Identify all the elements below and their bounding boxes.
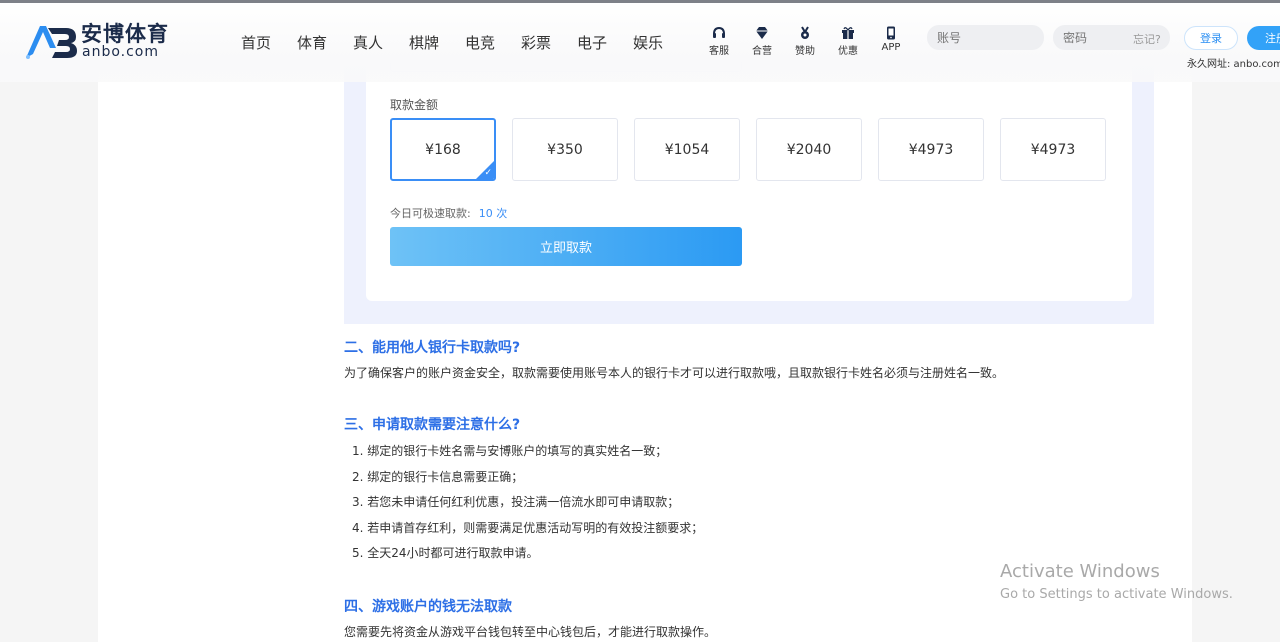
list-item: 1. 绑定的银行卡姓名需与安博账户的填写的真实姓名一致； [352, 444, 668, 458]
amount-value: ¥168 [425, 141, 461, 158]
forgot-password-link[interactable]: 忘记? [1133, 31, 1161, 47]
permanent-url: 永久网址: anbo.com [1187, 59, 1280, 70]
section-3-title: 三、申请取款需要注意什么? [344, 417, 521, 433]
amount-option-1054[interactable]: ¥1054 [634, 118, 740, 181]
quick-link-partner[interactable]: 合营 [745, 26, 779, 57]
nav-slots[interactable]: 电子 [577, 32, 607, 53]
anbo-logo-icon[interactable] [22, 22, 78, 60]
quick-link-service[interactable]: 客服 [702, 26, 736, 57]
nav-lottery[interactable]: 彩票 [521, 32, 551, 53]
quick-link-label: APP [881, 42, 901, 53]
amount-value: ¥4973 [1030, 141, 1076, 158]
check-icon: ✓ [484, 168, 492, 178]
account-input[interactable] [927, 25, 1044, 50]
amount-value: ¥2040 [786, 141, 832, 158]
amount-option-350[interactable]: ¥350 [512, 118, 618, 181]
phone-icon [887, 26, 895, 40]
list-item: 5. 全天24小时都可进行取款申请。 [352, 546, 539, 560]
quick-link-label: 客服 [709, 46, 729, 57]
gift-icon [842, 27, 854, 39]
amount-option-2040[interactable]: ¥2040 [756, 118, 862, 181]
quick-link-label: 赞助 [795, 46, 815, 57]
nav-esports[interactable]: 电竞 [465, 32, 495, 53]
nav-cards[interactable]: 棋牌 [409, 32, 439, 53]
amount-option-4973-b[interactable]: ¥4973 [1000, 118, 1106, 181]
section-4-text: 您需要先将资金从游戏平台钱包转至中心钱包后，才能进行取款操作。 [344, 625, 717, 639]
today-count: 10 次 [478, 207, 508, 220]
list-item: 2. 绑定的银行卡信息需要正确； [352, 470, 524, 484]
quick-link-promo[interactable]: 优惠 [831, 26, 865, 57]
top-border [0, 0, 1280, 3]
logo-text-en: anbo.com [82, 44, 160, 60]
quick-link-app[interactable]: APP [874, 26, 908, 53]
activation-watermark-text: Go to Settings to activate Windows. [1000, 587, 1233, 602]
nav-home[interactable]: 首页 [241, 32, 271, 53]
quick-link-label: 合营 [752, 46, 772, 57]
today-label: 今日可极速取款: [390, 207, 471, 220]
section-4-title: 四、游戏账户的钱无法取款 [344, 599, 512, 615]
amount-value: ¥350 [547, 141, 583, 158]
activation-watermark-title: Activate Windows [1000, 561, 1160, 582]
site-header: 安博体育 anbo.com 首页 体育 真人 棋牌 电竞 彩票 电子 娱乐 客服… [0, 0, 1280, 82]
headset-icon [713, 26, 725, 38]
login-button[interactable]: 登录 [1184, 26, 1238, 50]
amount-option-4973[interactable]: ¥4973 [878, 118, 984, 181]
today-quota: 今日可极速取款: 10 次 [390, 205, 507, 221]
quick-link-label: 优惠 [838, 46, 858, 57]
diamond-icon [756, 27, 768, 39]
quick-link-sponsor[interactable]: 赞助 [788, 26, 822, 57]
list-item: 3. 若您未申请任何红利优惠，投注满一倍流水即可申请取款； [352, 495, 680, 509]
nav-live-casino[interactable]: 真人 [353, 32, 383, 53]
amount-value: ¥4973 [908, 141, 954, 158]
amount-value: ¥1054 [664, 141, 710, 158]
medal-icon [801, 26, 809, 39]
register-button[interactable]: 注册 [1247, 26, 1280, 50]
nav-sports[interactable]: 体育 [297, 32, 327, 53]
section-2-title: 二、能用他人银行卡取款吗? [344, 340, 521, 356]
list-item: 4. 若申请首存红利，则需要满足优惠活动写明的有效投注额要求； [352, 521, 704, 535]
amount-option-168[interactable]: ¥168 ✓ [390, 118, 496, 181]
amount-label: 取款金额 [390, 98, 439, 112]
withdraw-now-button[interactable]: 立即取款 [390, 227, 742, 266]
nav-entertainment[interactable]: 娱乐 [633, 32, 663, 53]
section-2-text: 为了确保客户的账户资金安全，取款需要使用账号本人的银行卡才可以进行取款哦，且取款… [344, 366, 1005, 380]
